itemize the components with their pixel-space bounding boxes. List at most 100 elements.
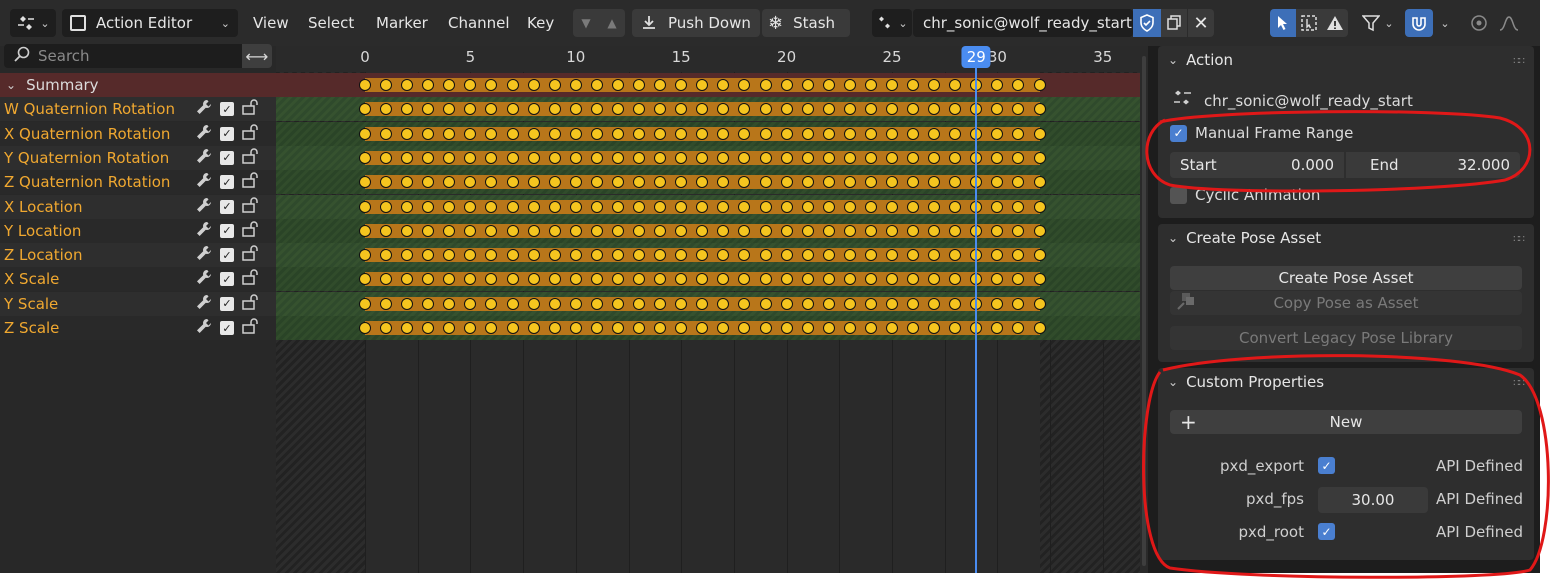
keyframe[interactable] <box>443 200 456 213</box>
keyframe[interactable] <box>464 322 477 334</box>
keyframe[interactable] <box>991 103 1004 116</box>
fake-user-button[interactable] <box>1133 9 1161 37</box>
keyframe[interactable] <box>864 200 877 213</box>
keyframe[interactable] <box>864 249 877 262</box>
drag-grip-icon[interactable]: ∷∷ <box>1513 234 1525 245</box>
keyframe[interactable] <box>485 79 498 91</box>
keyframe[interactable] <box>380 176 393 189</box>
keyframe[interactable] <box>359 249 371 262</box>
keyframe[interactable] <box>675 79 688 91</box>
mute-checkbox[interactable]: ✓ <box>220 175 234 190</box>
keyframe[interactable] <box>1012 249 1025 262</box>
keyframe[interactable] <box>907 103 920 116</box>
keyframe[interactable] <box>654 103 667 116</box>
keyframe[interactable] <box>780 79 793 91</box>
filter-menu[interactable]: ⌄ <box>1358 9 1398 37</box>
channel-row[interactable]: Y Location ✓ <box>0 218 276 243</box>
keyframe[interactable] <box>696 249 709 262</box>
keyframe[interactable] <box>506 151 519 164</box>
unlock-icon[interactable] <box>242 318 260 338</box>
keyframe[interactable] <box>907 224 920 237</box>
keyframe[interactable] <box>1012 127 1025 140</box>
keyframe[interactable] <box>801 273 814 286</box>
keyframe[interactable] <box>485 224 498 237</box>
keyframe[interactable] <box>801 249 814 262</box>
keyframe[interactable] <box>696 127 709 140</box>
duplicate-action-button[interactable] <box>1161 9 1187 37</box>
keyframe[interactable] <box>485 151 498 164</box>
keyframe[interactable] <box>843 79 856 91</box>
keyframe[interactable] <box>949 103 962 116</box>
editor-type-select[interactable]: Action Editor ⌄ <box>62 9 238 37</box>
keyframe[interactable] <box>738 249 751 262</box>
keyframe[interactable] <box>359 224 371 237</box>
keyframe[interactable] <box>527 103 540 116</box>
keyframe[interactable] <box>843 127 856 140</box>
channel-row[interactable]: X Quaternion Rotation ✓ <box>0 121 276 146</box>
keyframe[interactable] <box>843 176 856 189</box>
keyframe[interactable] <box>590 224 603 237</box>
keyframe[interactable] <box>759 224 772 237</box>
auto-snapping-button[interactable] <box>1405 9 1433 37</box>
keyframe[interactable] <box>633 297 646 310</box>
drag-grip-icon[interactable]: ∷∷ <box>1513 56 1525 67</box>
keyframe[interactable] <box>506 103 519 116</box>
keyframe[interactable] <box>569 200 582 213</box>
keyframe[interactable] <box>759 103 772 116</box>
search-input[interactable]: Search <box>4 44 242 68</box>
keyframe[interactable] <box>380 151 393 164</box>
keyframe[interactable] <box>654 127 667 140</box>
menu-marker[interactable]: Marker <box>376 14 428 32</box>
property-number-field[interactable]: 30.00 <box>1318 487 1428 513</box>
channel-track[interactable] <box>276 121 1148 146</box>
playhead-line[interactable] <box>975 46 978 573</box>
keyframe[interactable] <box>422 200 435 213</box>
keyframe[interactable] <box>548 151 561 164</box>
keyframe[interactable] <box>696 273 709 286</box>
keyframe[interactable] <box>886 176 898 189</box>
unlock-icon[interactable] <box>242 221 260 241</box>
keyframe[interactable] <box>569 249 582 262</box>
keyframe[interactable] <box>801 176 814 189</box>
keyframe[interactable] <box>991 176 1004 189</box>
keyframe[interactable] <box>843 273 856 286</box>
swap-filter-button[interactable]: ⟷ <box>242 44 272 68</box>
keyframe[interactable] <box>907 322 920 334</box>
keyframe[interactable] <box>991 79 1004 91</box>
keyframe[interactable] <box>359 273 371 286</box>
channel-track[interactable] <box>276 97 1148 122</box>
channel-track[interactable] <box>276 267 1148 292</box>
keyframe[interactable] <box>949 151 962 164</box>
keyframe[interactable] <box>401 176 414 189</box>
keyframe[interactable] <box>949 297 962 310</box>
keyframe[interactable] <box>633 127 646 140</box>
keyframe[interactable] <box>611 273 624 286</box>
keyframe[interactable] <box>1012 224 1025 237</box>
keyframe[interactable] <box>611 151 624 164</box>
keyframe[interactable] <box>759 79 772 91</box>
keyframe[interactable] <box>443 297 456 310</box>
current-frame-indicator[interactable]: 29 <box>961 46 991 68</box>
wrench-icon[interactable] <box>196 245 212 265</box>
keyframe[interactable] <box>654 322 667 334</box>
menu-select[interactable]: Select <box>308 14 354 32</box>
keyframe[interactable] <box>907 151 920 164</box>
keyframe[interactable] <box>611 249 624 262</box>
wrench-icon[interactable] <box>196 99 212 119</box>
keyframe[interactable] <box>949 176 962 189</box>
keyframe[interactable] <box>380 200 393 213</box>
unlock-icon[interactable] <box>242 269 260 289</box>
wrench-icon[interactable] <box>196 318 212 338</box>
keyframe[interactable] <box>949 249 962 262</box>
keyframe[interactable] <box>611 127 624 140</box>
keyframe[interactable] <box>422 273 435 286</box>
keyframe[interactable] <box>822 200 835 213</box>
action-name-field[interactable]: chr_sonic@wolf_ready_start <box>913 9 1133 37</box>
keyframe[interactable] <box>590 151 603 164</box>
channel-track[interactable] <box>276 218 1148 243</box>
keyframe[interactable] <box>759 297 772 310</box>
action-panel-header[interactable]: ⌄ Action <box>1158 46 1534 74</box>
keyframe[interactable] <box>633 249 646 262</box>
keyframe[interactable] <box>780 224 793 237</box>
keyframe[interactable] <box>485 200 498 213</box>
